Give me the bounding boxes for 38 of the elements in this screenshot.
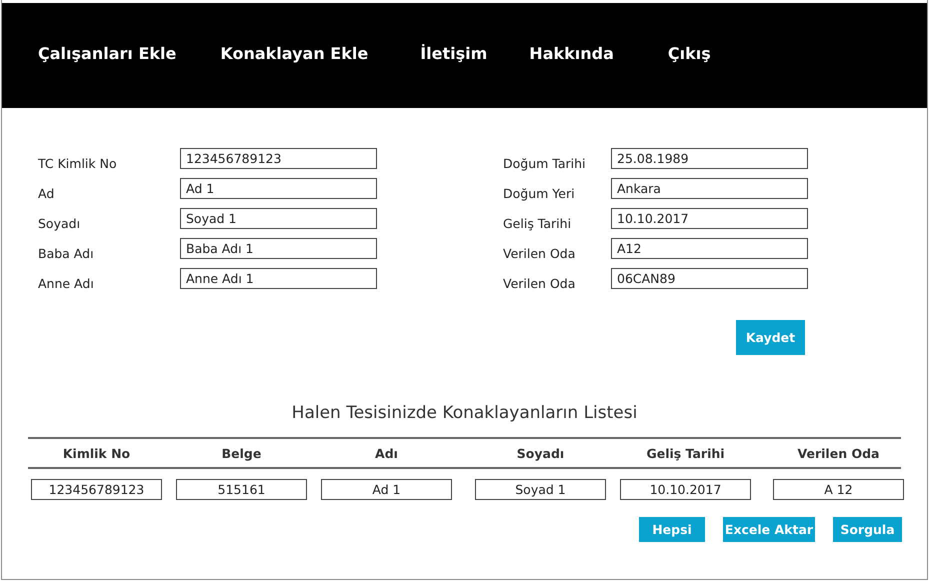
table-cell: 123456789123 [31, 479, 162, 500]
input-field[interactable]: Ankara [611, 178, 808, 199]
field-label: Geliş Tarihi [503, 216, 572, 230]
column-header: Kimlik No [62, 446, 132, 460]
input-field[interactable]: Soyad 1 [180, 208, 377, 229]
input-field[interactable]: 10.10.2017 [611, 208, 808, 229]
input-field[interactable]: Baba Adı 1 [180, 238, 377, 259]
table-cell: Soyad 1 [475, 479, 606, 500]
field-label: Doğum Tarihi [503, 156, 587, 170]
field-label: Baba Adı [38, 246, 95, 260]
nav-link[interactable]: Konaklayan Ekle [220, 44, 368, 63]
nav-link[interactable]: Çalışanları Ekle [38, 44, 176, 63]
input-field[interactable]: Anne Adı 1 [180, 268, 377, 289]
field-label: Verilen Oda [503, 276, 576, 290]
input-field[interactable]: Ad 1 [180, 178, 377, 199]
field-label: Doğum Yeri [503, 186, 576, 200]
column-header: Adı [374, 446, 399, 460]
field-label: TC Kimlik No [38, 156, 118, 170]
field-label: Ad [38, 186, 56, 200]
column-header: Belge [220, 446, 262, 460]
table-title: Halen Tesisinizde Konaklayanların Listesi [290, 403, 638, 423]
field-label: Verilen Oda [503, 246, 576, 260]
input-field[interactable]: 123456789123 [180, 148, 377, 169]
nav-link[interactable]: İletişim [420, 44, 488, 63]
table-cell: 10.10.2017 [620, 479, 751, 500]
input-field[interactable]: 06CAN89 [611, 268, 808, 289]
table-cell: 515161 [176, 479, 307, 500]
column-header: Soyadı [516, 446, 566, 460]
nav-link[interactable]: Çıkış [668, 44, 711, 63]
table-cell: A 12 [773, 479, 904, 500]
column-header: Geliş Tarihi [645, 446, 726, 460]
nav-link[interactable]: Hakkında [529, 44, 614, 63]
column-header: Verilen Oda [796, 446, 880, 460]
table-cell: Ad 1 [321, 479, 452, 500]
field-label: Soyadı [38, 216, 82, 230]
input-field[interactable]: A12 [611, 238, 808, 259]
field-label: Anne Adı [38, 276, 95, 290]
input-field[interactable]: 25.08.1989 [611, 148, 808, 169]
